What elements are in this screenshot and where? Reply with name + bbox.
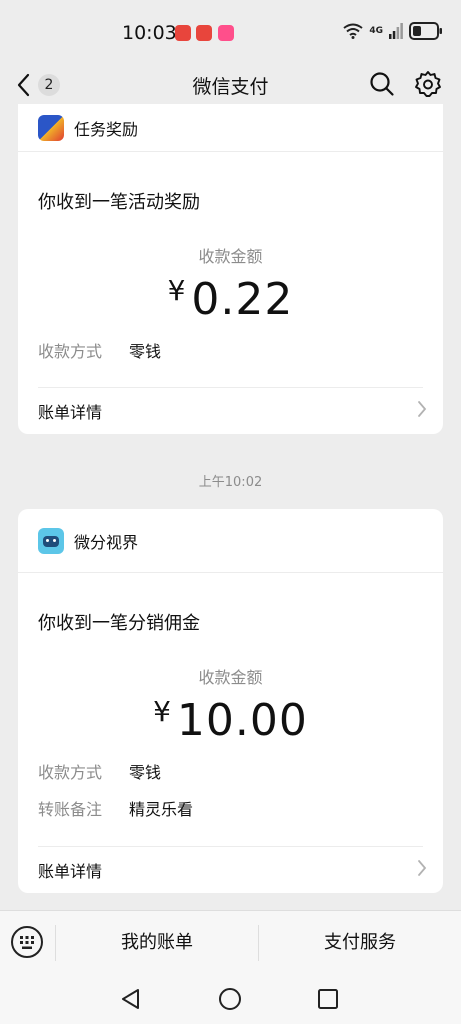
amount-value: ¥10.00 [18, 695, 443, 746]
bottom-menu-bar: 我的账单 支付服务 [0, 910, 461, 974]
settings-button[interactable] [414, 70, 442, 98]
notification-icon [175, 25, 191, 41]
timestamp-separator: 上午10:02 [198, 475, 263, 490]
nav-bar: 2 微信支付 [0, 66, 461, 104]
message-title: 你收到一笔分销佣金 [38, 613, 200, 634]
battery-icon [409, 22, 442, 40]
currency-symbol: ¥ [153, 695, 171, 728]
system-navigation-bar [0, 974, 461, 1024]
search-button[interactable] [368, 70, 396, 98]
search-icon [370, 72, 394, 96]
bill-details-link[interactable]: 账单详情 [18, 388, 443, 432]
payment-method-row: 收款方式 零钱 [38, 338, 161, 362]
transfer-note-value: 精灵乐看 [129, 800, 194, 819]
robot-app-icon [38, 527, 64, 554]
payment-notification-card[interactable]: 微分视界 你收到一笔分销佣金 收款金额 ¥10.00 收款方式 零钱 转账备注 … [18, 509, 443, 893]
amount-label: 收款金额 [198, 668, 263, 687]
message-title: 你收到一笔活动奖励 [38, 192, 200, 213]
chevron-right-icon [418, 860, 427, 876]
back-button[interactable]: 2 [16, 70, 64, 100]
keyboard-icon [11, 926, 43, 958]
system-recents-button[interactable] [315, 986, 341, 1012]
gear-icon [415, 71, 441, 97]
transfer-note-label: 转账备注 [38, 800, 103, 819]
status-time: 10:03 [122, 22, 177, 44]
payment-method-label: 收款方式 [38, 763, 103, 782]
transfer-note-row: 转账备注 精灵乐看 [38, 796, 193, 820]
notification-icon [196, 25, 212, 41]
amount-value: ¥0.22 [18, 274, 443, 325]
circle-home-icon [219, 988, 241, 1010]
unread-count-badge: 2 [38, 74, 60, 96]
payment-method-value: 零钱 [129, 763, 162, 782]
card-header: 微分视界 [18, 509, 443, 573]
system-home-button[interactable] [217, 986, 243, 1012]
payment-method-row: 收款方式 零钱 [38, 759, 161, 783]
chevron-left-icon [17, 73, 30, 97]
system-back-button[interactable] [118, 986, 144, 1012]
status-indicators: 4G [343, 22, 443, 40]
network-type: 4G [369, 26, 383, 36]
bill-details-label: 账单详情 [38, 862, 103, 881]
triangle-back-icon [122, 989, 139, 1009]
bill-details-label: 账单详情 [38, 403, 103, 422]
my-bills-menu[interactable]: 我的账单 [56, 911, 258, 975]
amount-label: 收款金额 [198, 247, 263, 266]
payment-notification-card[interactable]: 任务奖励 你收到一笔活动奖励 收款金额 ¥0.22 收款方式 零钱 账单详情 [18, 104, 443, 434]
wifi-icon [343, 23, 363, 39]
payment-method-label: 收款方式 [38, 342, 103, 361]
status-bar: 10:03 4G [0, 0, 461, 66]
payment-method-value: 零钱 [129, 342, 162, 361]
task-reward-app-icon [38, 114, 64, 141]
payment-services-menu[interactable]: 支付服务 [259, 911, 461, 975]
amount-number: 10.00 [176, 695, 308, 746]
chevron-right-icon [418, 401, 427, 417]
card-header: 任务奖励 [18, 104, 443, 152]
bill-details-link[interactable]: 账单详情 [18, 847, 443, 891]
currency-symbol: ¥ [167, 274, 186, 307]
source-name: 微分视界 [74, 532, 139, 552]
keyboard-toggle-button[interactable] [10, 925, 44, 959]
square-recents-icon [318, 989, 338, 1009]
notification-icon [218, 25, 234, 41]
source-name: 任务奖励 [74, 119, 139, 139]
signal-icon [389, 23, 403, 39]
amount-number: 0.22 [191, 274, 294, 325]
